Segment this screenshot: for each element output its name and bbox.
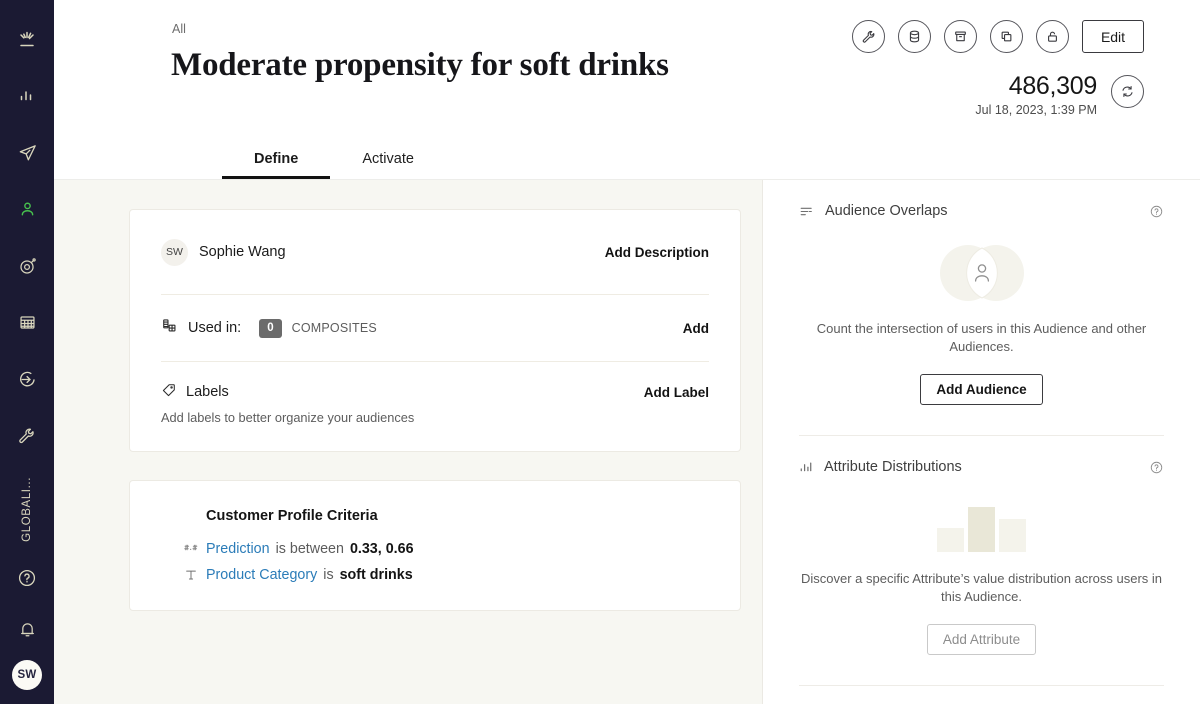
used-in-row: Used in: 0 COMPOSITES Add (161, 295, 709, 361)
tag-icon (161, 382, 177, 403)
tab-activate[interactable]: Activate (330, 151, 446, 179)
content-area: All Moderate propensity for soft drinks (54, 0, 1200, 704)
audience-details-card: SW Sophie Wang Add Description (129, 209, 741, 452)
page-body: SW Sophie Wang Add Description (54, 180, 1200, 704)
sidebar-item-audiences[interactable] (0, 181, 54, 238)
audience-overlaps-header: Audience Overlaps (799, 180, 1164, 242)
attribute-distributions-header: Attribute Distributions (799, 436, 1164, 498)
lock-button[interactable] (1036, 20, 1069, 53)
avatar: SW (161, 239, 188, 266)
dimension-counts-header: Dimension Counts (799, 686, 1164, 704)
criteria-spacer (161, 588, 709, 610)
question-circle-icon[interactable] (1149, 204, 1164, 219)
criteria-title: Customer Profile Criteria (161, 481, 709, 536)
sidebar-item-analytics[interactable] (0, 68, 54, 125)
count-text: 486,309 Jul 18, 2023, 1:39 PM (975, 72, 1097, 117)
labels-title: Labels (186, 384, 229, 400)
venn-diagram-illustration (799, 244, 1164, 302)
edit-button[interactable]: Edit (1082, 20, 1144, 53)
audience-overlaps-title: Audience Overlaps (825, 203, 948, 219)
criteria-row: Prediction is between 0.33, 0.66 (161, 536, 709, 562)
overlap-lines-icon (799, 204, 814, 219)
header-actions: Edit (852, 20, 1144, 53)
refresh-icon[interactable] (1111, 75, 1144, 108)
audience-count-block: 486,309 Jul 18, 2023, 1:39 PM (975, 72, 1144, 117)
add-attribute-button-wrap: Add Attribute (799, 624, 1164, 655)
bar (937, 528, 964, 552)
audience-overlaps-description: Count the intersection of users in this … (799, 320, 1164, 356)
used-in-label: Used in: (188, 320, 241, 336)
composites-label: COMPOSITES (292, 321, 377, 335)
add-attribute-button[interactable]: Add Attribute (927, 624, 1036, 655)
add-description-button[interactable]: Add Description (605, 245, 709, 260)
sidebar-bottom: SW (0, 552, 54, 694)
add-composite-button[interactable]: Add (683, 321, 709, 336)
page-header: All Moderate propensity for soft drinks (54, 0, 1200, 180)
workspace-label[interactable]: GLOBALI... (0, 467, 54, 552)
attribute-distributions-description: Discover a specific Attribute’s value di… (799, 570, 1164, 606)
tab-define[interactable]: Define (222, 151, 330, 179)
criteria-field[interactable]: Product Category (206, 567, 317, 583)
sidebar-item-journeys[interactable] (0, 238, 54, 295)
sidebar-item-settings-tools[interactable] (0, 408, 54, 465)
workspace-label-text: GLOBALI... (21, 477, 33, 542)
app-root: GLOBALI... SW All Moderate propensity (0, 0, 1200, 704)
composites-icon (161, 317, 178, 339)
number-type-icon (176, 543, 206, 556)
sidebar-item-imports[interactable] (0, 351, 54, 408)
sidebar-user-avatar[interactable]: SW (12, 660, 42, 690)
page-tabs: Define Activate (222, 151, 446, 179)
tools-button[interactable] (852, 20, 885, 53)
bar-chart-icon (799, 460, 813, 474)
sidebar: GLOBALI... SW (0, 0, 54, 704)
question-circle-icon[interactable] (1149, 460, 1164, 475)
sparkle-logo-icon[interactable] (0, 14, 54, 68)
criteria-row: Product Category is soft drinks (161, 562, 709, 588)
criteria-operator: is between (276, 541, 344, 557)
audience-count: 486,309 (975, 72, 1097, 100)
archive-button[interactable] (944, 20, 977, 53)
add-audience-button-wrap: Add Audience (799, 374, 1164, 405)
criteria-operator: is (323, 567, 333, 583)
owner-name: Sophie Wang (199, 244, 286, 260)
main-column: SW Sophie Wang Add Description (54, 180, 762, 704)
text-type-icon (176, 568, 206, 582)
sidebar-item-data-tables[interactable] (0, 295, 54, 352)
labels-hint: Add labels to better organize your audie… (161, 410, 709, 451)
question-circle-icon[interactable] (0, 552, 54, 604)
criteria-card: Customer Profile Criteria Prediction is … (129, 480, 741, 611)
labels-row: Labels Add Label (161, 362, 709, 414)
criteria-field[interactable]: Prediction (206, 541, 270, 557)
criteria-value: soft drinks (340, 567, 413, 583)
add-audience-button[interactable]: Add Audience (920, 374, 1042, 405)
owner-row: SW Sophie Wang Add Description (161, 210, 709, 294)
bell-icon[interactable] (0, 604, 54, 654)
add-label-button[interactable]: Add Label (644, 385, 709, 400)
breadcrumb[interactable]: All (172, 22, 186, 36)
bar (999, 519, 1026, 552)
duplicate-button[interactable] (990, 20, 1023, 53)
sidebar-item-campaigns[interactable] (0, 125, 54, 182)
count-timestamp: Jul 18, 2023, 1:39 PM (975, 103, 1097, 117)
page-title: Moderate propensity for soft drinks (171, 47, 669, 84)
attribute-distributions-title: Attribute Distributions (824, 459, 962, 475)
bar (968, 507, 995, 552)
data-source-button[interactable] (898, 20, 931, 53)
composites-count-badge: 0 (259, 319, 281, 338)
distribution-illustration (799, 506, 1164, 552)
criteria-value: 0.33, 0.66 (350, 541, 414, 557)
insights-panel: Audience Overlaps (762, 180, 1200, 704)
